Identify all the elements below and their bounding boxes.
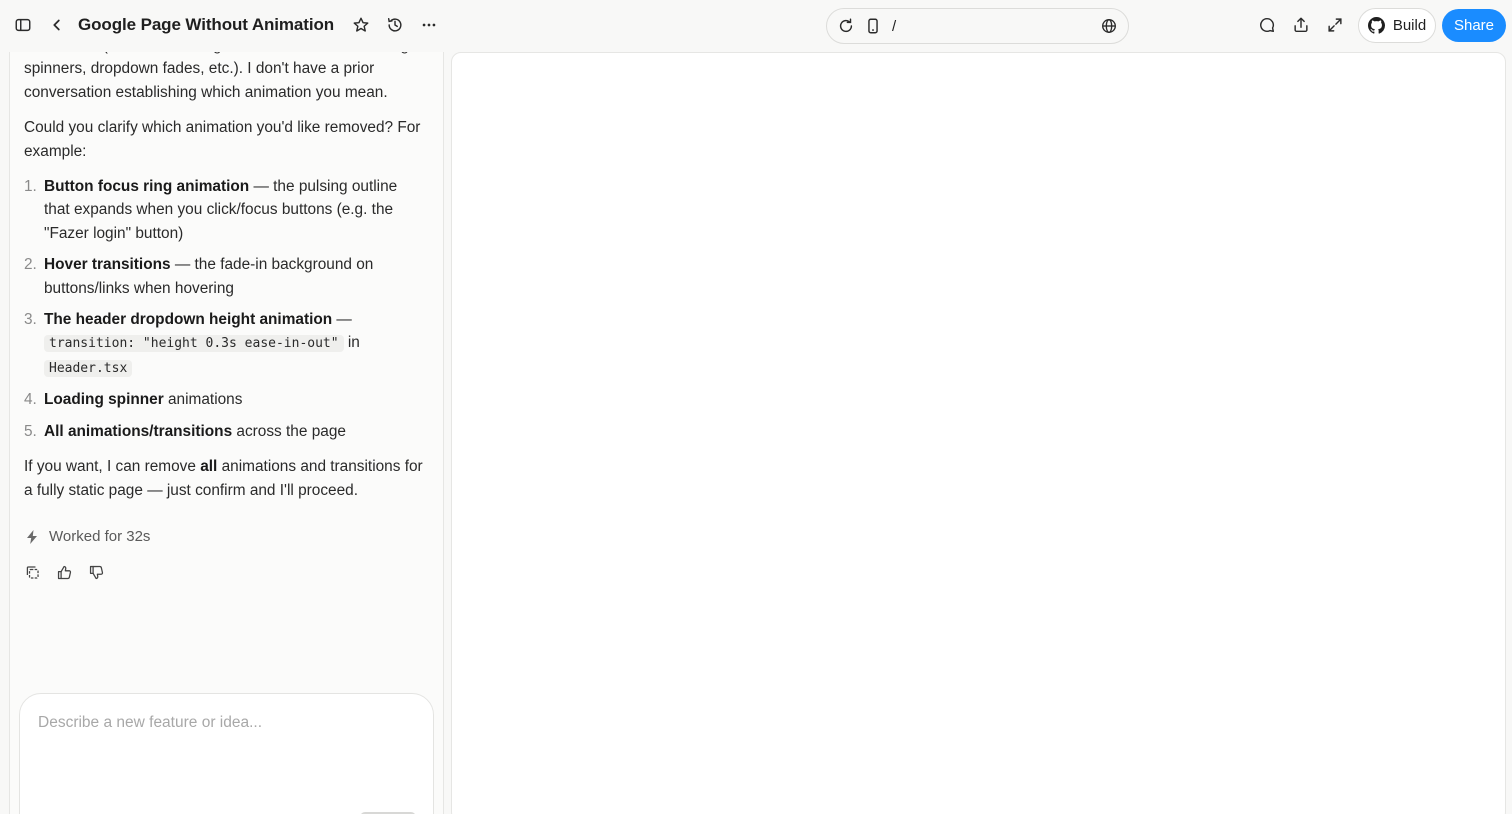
list-item: 5. All animations/transitions across the … bbox=[24, 420, 424, 443]
inline-code: transition: "height 0.3s ease-in-out" bbox=[44, 335, 344, 353]
prompt-input[interactable] bbox=[38, 714, 408, 774]
more-icon[interactable] bbox=[415, 11, 443, 39]
composer bbox=[19, 693, 434, 814]
comment-icon[interactable] bbox=[1253, 11, 1281, 39]
url-path[interactable]: / bbox=[892, 18, 896, 35]
item-number: 5. bbox=[24, 422, 37, 440]
closing-pre: If you want, I can remove bbox=[24, 458, 201, 476]
list-item: 4. Loading spinner animations bbox=[24, 388, 424, 411]
item-connector: in bbox=[343, 334, 360, 352]
item-number: 3. bbox=[24, 311, 37, 329]
inline-code-filename: Header.tsx bbox=[44, 359, 133, 377]
history-icon[interactable] bbox=[381, 11, 409, 39]
item-title: The header dropdown height animation bbox=[44, 311, 333, 329]
build-label: Build bbox=[1392, 17, 1427, 34]
item-title: Loading spinner bbox=[44, 391, 164, 409]
list-item: 2. Hover transitions — the fade-in backgr… bbox=[24, 253, 424, 300]
top-bar: Google Page Without Animation / Build Sh bbox=[0, 0, 1512, 52]
page-title: Google Page Without Animation bbox=[78, 15, 335, 34]
github-icon bbox=[1367, 17, 1385, 34]
copy-icon[interactable] bbox=[22, 562, 42, 582]
item-title: Hover transitions bbox=[44, 256, 171, 274]
intro-text: animations (button focus rings, hover tr… bbox=[24, 52, 409, 101]
worked-label: Worked for 32s bbox=[49, 528, 151, 545]
preview-panel[interactable] bbox=[451, 52, 1506, 814]
item-number: 1. bbox=[24, 178, 37, 196]
clarify-question: Could you clarify which animation you'd … bbox=[24, 119, 421, 160]
worked-status: Worked for 32s bbox=[24, 528, 150, 545]
item-description: animations bbox=[163, 391, 243, 409]
star-icon[interactable] bbox=[347, 11, 375, 39]
closing-bold: all bbox=[200, 458, 218, 476]
feedback-actions bbox=[22, 562, 106, 582]
item-title: Button focus ring animation bbox=[44, 178, 250, 196]
assistant-message: animations (button focus rings, hover tr… bbox=[24, 52, 424, 514]
item-description: across the page bbox=[232, 422, 346, 440]
share-button[interactable]: Share bbox=[1442, 9, 1506, 42]
expand-icon[interactable] bbox=[1321, 11, 1349, 39]
item-title: All animations/transitions bbox=[44, 422, 233, 440]
chevron-left-icon[interactable] bbox=[43, 11, 71, 39]
mobile-icon[interactable] bbox=[859, 12, 887, 40]
globe-icon[interactable] bbox=[1095, 12, 1123, 40]
closing-text: If you want, I can remove all animations… bbox=[24, 455, 424, 502]
item-description: — bbox=[332, 311, 352, 329]
url-bar[interactable]: / bbox=[826, 8, 1129, 44]
thumbs-down-icon[interactable] bbox=[86, 562, 106, 582]
lightning-icon bbox=[24, 529, 40, 545]
build-button[interactable]: Build bbox=[1358, 8, 1436, 43]
item-number: 4. bbox=[24, 391, 37, 409]
list-item: 1. Button focus ring animation — the puls… bbox=[24, 175, 424, 245]
reload-icon[interactable] bbox=[832, 12, 860, 40]
item-number: 2. bbox=[24, 256, 37, 274]
list-item: 3. The header dropdown height animation —… bbox=[24, 308, 424, 380]
options-list: 1. Button focus ring animation — the puls… bbox=[24, 175, 424, 443]
thumbs-up-icon[interactable] bbox=[54, 562, 74, 582]
upload-icon[interactable] bbox=[1287, 11, 1315, 39]
sidebar-toggle-icon[interactable] bbox=[9, 11, 37, 39]
chat-panel: animations (button focus rings, hover tr… bbox=[9, 52, 444, 814]
